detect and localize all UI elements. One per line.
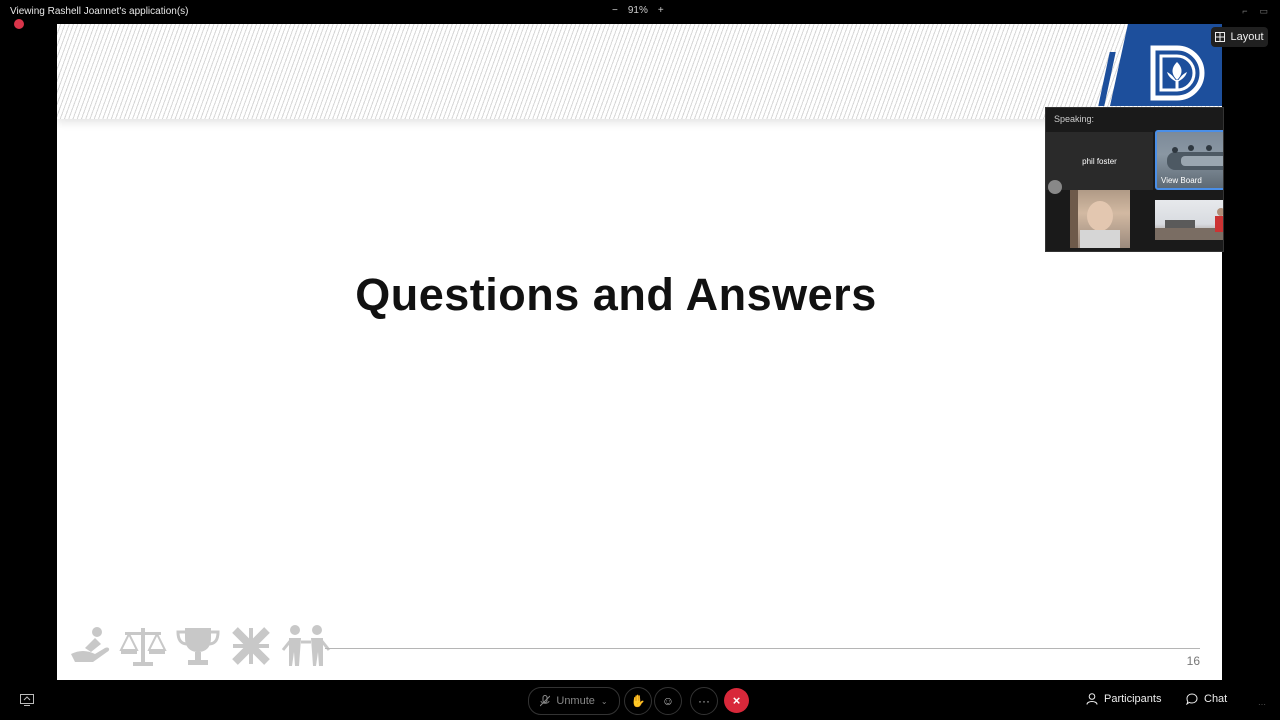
footer-divider	[325, 648, 1200, 649]
smiley-icon: ☺	[661, 694, 675, 708]
person-icon	[1086, 693, 1098, 705]
reactions-button[interactable]: ☺	[654, 687, 682, 715]
more-icon: ···	[698, 694, 710, 708]
slide-page-number: 16	[1186, 654, 1200, 668]
raise-hand-button[interactable]: ✋	[624, 687, 652, 715]
video-panel: Speaking: phil foster View Board	[1045, 107, 1224, 252]
helping-hand-icon	[71, 627, 110, 662]
unmute-label: Unmute	[556, 695, 595, 707]
participants-label: Participants	[1104, 693, 1162, 705]
city-logo-icon	[1150, 45, 1205, 101]
viewing-label: Viewing Rashell Joannet's application(s)	[10, 6, 189, 17]
slide-title: Questions and Answers	[355, 269, 877, 320]
layout-button[interactable]: Layout	[1211, 27, 1268, 47]
zoom-out-button[interactable]: −	[612, 5, 618, 16]
slide-header-pattern	[57, 24, 1222, 119]
meeting-room-video	[1155, 208, 1223, 240]
video-panel-scroll-handle[interactable]	[1048, 180, 1062, 194]
participants-button[interactable]: Participants	[1086, 693, 1161, 705]
video-tile-phil-foster[interactable]: phil foster	[1046, 132, 1153, 190]
chat-bubble-icon	[1186, 693, 1198, 705]
layout-grid-icon	[1215, 32, 1226, 42]
close-icon: ×	[732, 693, 741, 708]
recording-indicator-icon	[14, 19, 24, 29]
minimize-icon[interactable]: ⌐	[1242, 6, 1247, 17]
zoom-level: 91%	[627, 5, 648, 16]
top-bar: Viewing Rashell Joannet's application(s)…	[0, 0, 1280, 29]
resize-grip-icon[interactable]: ⋯	[1258, 700, 1266, 709]
end-call-button[interactable]: ×	[724, 688, 749, 713]
zoom-in-button[interactable]: +	[658, 5, 664, 16]
chat-label: Chat	[1204, 693, 1228, 705]
more-options-button[interactable]: ···	[690, 687, 718, 715]
zoom-controls: − 91% +	[612, 5, 664, 16]
trophy-icon	[176, 628, 220, 665]
chat-button[interactable]: Chat	[1186, 693, 1227, 705]
restore-icon[interactable]: ▭	[1259, 6, 1268, 17]
chevron-down-icon[interactable]: ⌄	[601, 697, 608, 706]
participant-video	[1070, 190, 1120, 248]
speaking-label: Speaking:	[1054, 114, 1095, 124]
bottom-toolbar: Unmute ⌄ ✋ ☺ ··· × Participants Chat ⋯	[0, 682, 1280, 720]
share-screen-icon[interactable]	[20, 694, 34, 706]
scales-of-justice-icon	[119, 628, 167, 666]
video-tile-view-board[interactable]: View Board	[1155, 130, 1223, 190]
unmute-button[interactable]: Unmute ⌄	[528, 687, 620, 715]
video-tile-participant[interactable]	[1070, 190, 1130, 248]
hand-icon: ✋	[630, 694, 646, 708]
people-together-icon	[281, 625, 331, 666]
window-controls: ⌐ ▭	[1242, 6, 1268, 17]
tile-name: phil foster	[1082, 157, 1117, 166]
microphone-muted-icon	[540, 695, 551, 707]
footer-values-icons	[69, 624, 331, 668]
video-tile-meeting-room[interactable]	[1155, 200, 1223, 240]
connection-knot-icon	[232, 627, 270, 665]
tile-name: View Board	[1161, 176, 1202, 185]
layout-button-label: Layout	[1230, 31, 1264, 43]
